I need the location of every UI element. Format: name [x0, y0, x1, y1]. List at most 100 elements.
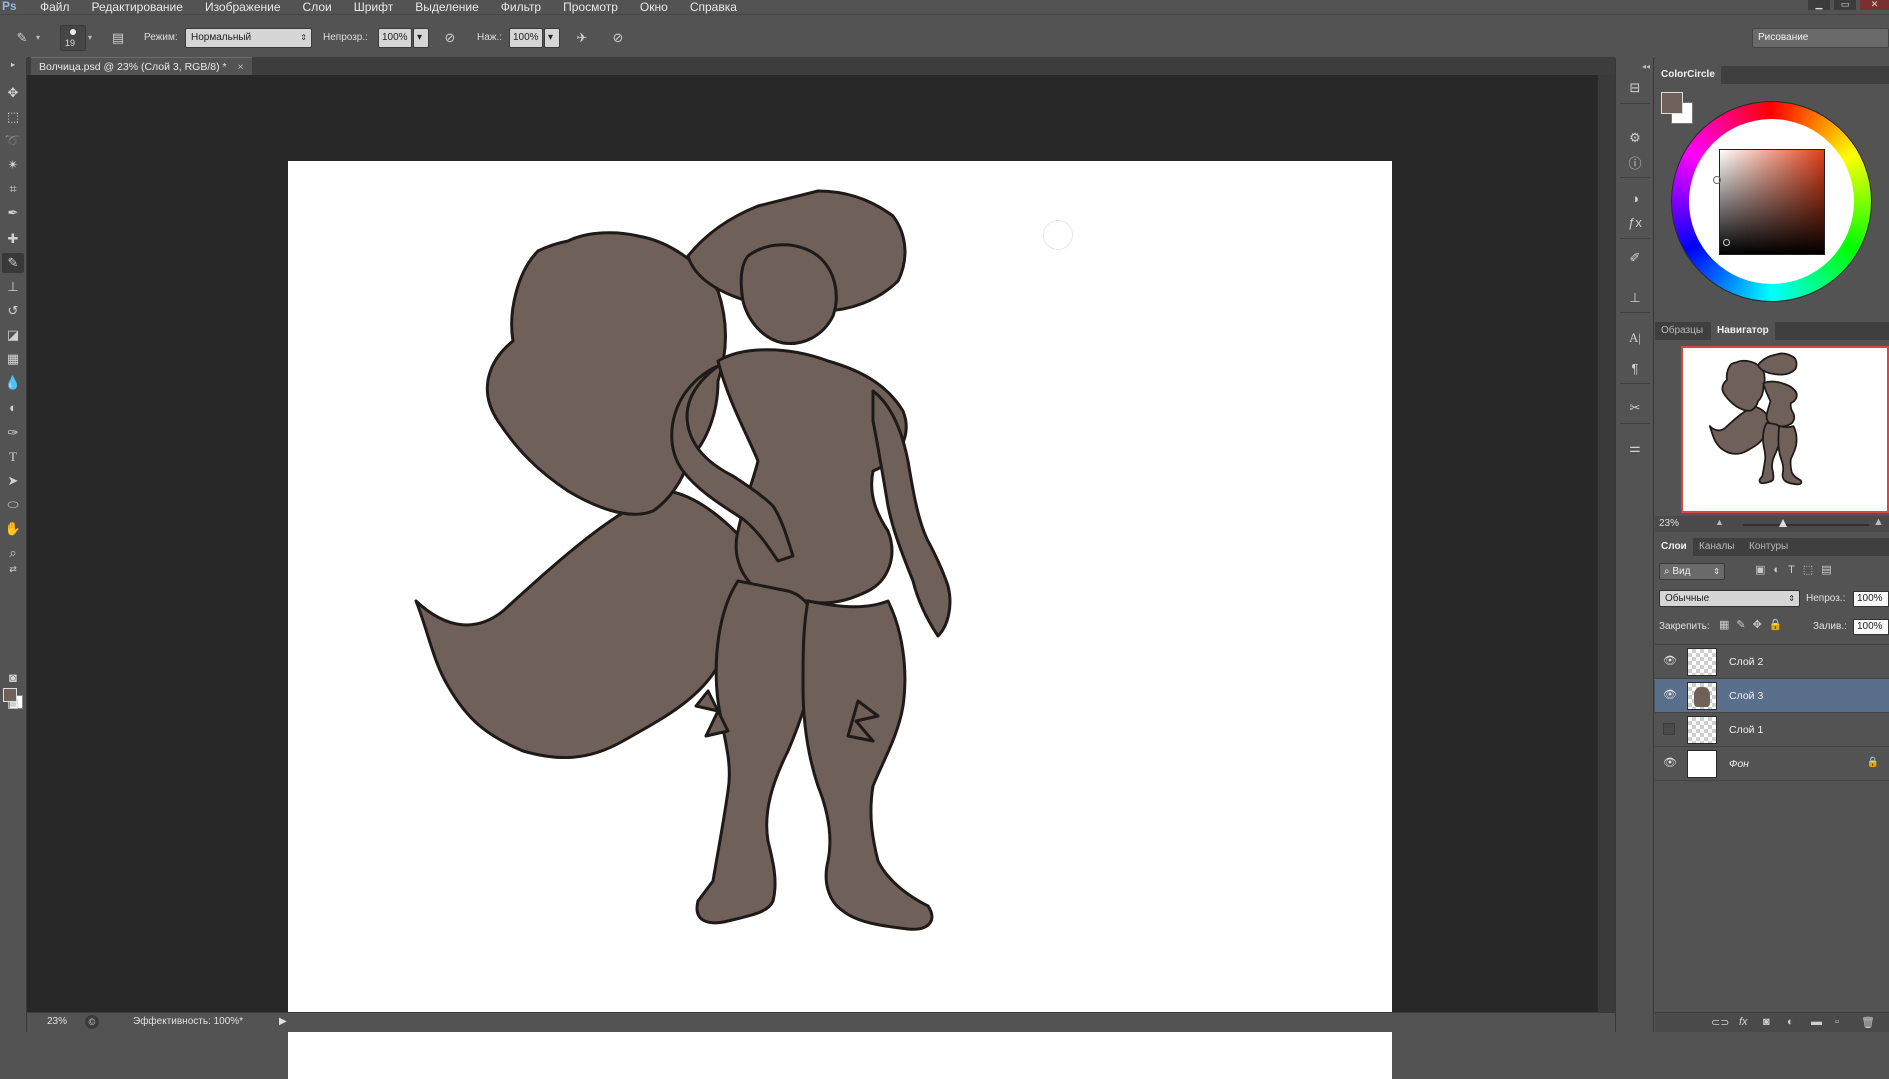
workspace-switcher[interactable]: Рисование — [1752, 28, 1889, 48]
add-mask-icon[interactable]: ◙ — [1763, 1016, 1770, 1028]
status-info-icon[interactable]: © — [85, 1015, 99, 1029]
collapse-toolbar-icon[interactable]: ▸ — [2, 60, 24, 69]
menu-select[interactable]: Выделение — [403, 0, 489, 14]
layer-style-icon[interactable]: fx — [1739, 1016, 1748, 1028]
airbrush-icon[interactable]: ✈ — [572, 28, 592, 48]
layer-opacity-input[interactable]: 100% — [1853, 591, 1889, 607]
pressure-size-icon[interactable]: ⊘ — [608, 28, 628, 48]
marquee-tool-icon[interactable]: ⬚ — [2, 107, 24, 127]
adjustment-layer-icon[interactable]: ◐ — [1787, 1016, 1794, 1028]
eraser-tool-icon[interactable]: ◪ — [2, 325, 24, 345]
dodge-tool-icon[interactable]: ◐ — [2, 397, 24, 417]
healing-brush-tool-icon[interactable]: ✚ — [2, 229, 24, 249]
swap-colors-icon[interactable]: ⇄ — [2, 563, 24, 575]
move-tool-icon[interactable]: ✥ — [2, 83, 24, 103]
hue-marker[interactable] — [1713, 176, 1721, 184]
layer-row-selected[interactable]: 👁 Слой 3 — [1655, 679, 1889, 713]
menu-image[interactable]: Изображение — [193, 0, 291, 14]
history-brush-tool-icon[interactable]: ↺ — [2, 301, 24, 321]
filter-shape-icon[interactable]: ⬚ — [1803, 564, 1821, 576]
document-tab[interactable]: Волчица.psd @ 23% (Слой 3, RGB/8) * × — [31, 57, 252, 75]
character-panel-icon[interactable]: A| — [1624, 328, 1646, 348]
filter-smart-icon[interactable]: ▤ — [1821, 564, 1839, 576]
quick-mask-icon[interactable]: ◙ — [2, 667, 24, 687]
brush-tool-icon[interactable]: ✎ — [2, 253, 24, 273]
type-tool-icon[interactable]: T — [2, 447, 24, 467]
menu-type[interactable]: Шрифт — [342, 0, 403, 14]
blend-mode-dropdown[interactable]: Нормальный ⇕ — [185, 28, 312, 48]
tool-preset-dropdown-arrow[interactable]: ▾ — [36, 28, 44, 48]
menu-view[interactable]: Просмотр — [551, 0, 628, 14]
layer-row-background[interactable]: 👁 Фон 🔒 — [1655, 747, 1889, 781]
new-group-icon[interactable]: ▬ — [1811, 1016, 1822, 1028]
hand-tool-icon[interactable]: ✋ — [2, 519, 24, 539]
tab-paths[interactable]: Контуры — [1743, 538, 1794, 556]
clone-source-panel-icon[interactable]: ⊥ — [1624, 288, 1646, 308]
lock-pixels-icon[interactable]: ✎ — [1736, 619, 1752, 631]
tab-layers[interactable]: Слои — [1655, 538, 1693, 556]
clone-stamp-tool-icon[interactable]: ⊥ — [2, 277, 24, 297]
close-tab-icon[interactable]: × — [238, 61, 244, 73]
foreground-color-swatch[interactable] — [3, 688, 17, 702]
status-menu-arrow-icon[interactable]: ▶ — [279, 1016, 287, 1027]
flow-slider-button[interactable]: ▾ — [544, 28, 560, 48]
layer-fill-input[interactable]: 100% — [1853, 619, 1889, 635]
close-window-button[interactable]: ✕ — [1860, 0, 1889, 10]
zoom-tool-icon[interactable]: ⌕ — [2, 543, 24, 563]
brush-picker-dropdown-arrow[interactable]: ▾ — [88, 28, 96, 48]
minimize-window-button[interactable]: ▁ — [1808, 0, 1830, 10]
brush-presets-panel-icon[interactable]: ✐ — [1624, 248, 1646, 268]
ellipse-tool-icon[interactable]: ⬭ — [2, 495, 24, 515]
zoom-in-icon[interactable]: ▲ — [1873, 516, 1884, 528]
vertical-scrollbar[interactable] — [1597, 75, 1615, 1012]
layer-filter-dropdown[interactable]: ⌕ Вид ⇕ — [1659, 563, 1725, 580]
gradient-tool-icon[interactable]: ▦ — [2, 349, 24, 369]
opacity-input[interactable]: 100% — [378, 28, 412, 48]
visibility-eye-icon[interactable]: 👁 — [1663, 654, 1677, 668]
tab-colorcircle[interactable]: ColorCircle — [1655, 66, 1721, 84]
zoom-slider-thumb[interactable] — [1779, 519, 1787, 527]
navigator-preview[interactable] — [1681, 346, 1889, 513]
magic-wand-tool-icon[interactable]: ✴ — [2, 155, 24, 175]
tab-channels[interactable]: Каналы — [1693, 538, 1741, 556]
lock-transparent-icon[interactable]: ▦ — [1719, 619, 1736, 631]
tab-swatches[interactable]: Образцы — [1655, 322, 1709, 340]
canvas-workspace[interactable] — [27, 75, 1615, 1079]
menu-help[interactable]: Справка — [678, 0, 747, 14]
pen-tool-icon[interactable]: ✑ — [2, 423, 24, 443]
menu-filter[interactable]: Фильтр — [489, 0, 551, 14]
tool-presets-panel-icon[interactable]: ✂ — [1624, 398, 1646, 418]
menu-edit[interactable]: Редактирование — [80, 0, 193, 14]
adjustments-panel-icon[interactable]: ◑ — [1624, 188, 1646, 208]
link-layers-icon[interactable]: ⊂⊃ — [1711, 1016, 1729, 1029]
eyedropper-tool-icon[interactable]: ✒ — [2, 203, 24, 223]
visibility-eye-icon[interactable]: 👁 — [1663, 688, 1677, 702]
new-layer-icon[interactable]: ▫ — [1835, 1016, 1839, 1028]
lasso-tool-icon[interactable]: ➰ — [2, 131, 24, 151]
actions-panel-icon[interactable]: ⚙ — [1624, 128, 1646, 148]
brush-panel-toggle-icon[interactable]: ▤ — [108, 28, 128, 48]
brush-size-picker[interactable]: 19 — [60, 25, 86, 51]
restore-window-button[interactable]: ▭ — [1834, 0, 1856, 10]
lock-position-icon[interactable]: ✥ — [1753, 619, 1769, 631]
layer-name[interactable]: Слой 1 — [1729, 713, 1763, 747]
visibility-toggle-empty[interactable] — [1663, 723, 1675, 735]
paragraph-panel-icon[interactable]: ¶ — [1624, 358, 1646, 378]
flow-input[interactable]: 100% — [509, 28, 543, 48]
filter-adjustment-icon[interactable]: ◐ — [1773, 564, 1788, 576]
styles-panel-icon[interactable]: ƒx — [1624, 212, 1646, 232]
history-panel-icon[interactable]: ⊟ — [1624, 78, 1646, 98]
navigator-zoom-slider[interactable] — [1743, 524, 1869, 526]
visibility-eye-icon[interactable]: 👁 — [1663, 756, 1677, 770]
tab-navigator[interactable]: Навигатор — [1711, 322, 1775, 340]
layer-name[interactable]: Слой 3 — [1729, 679, 1763, 713]
layer-name[interactable]: Фон — [1729, 747, 1749, 781]
properties-panel-icon[interactable]: ⚌ — [1624, 438, 1646, 458]
navigator-zoom-value[interactable]: 23% — [1659, 518, 1679, 529]
filter-type-icon[interactable]: T — [1788, 564, 1803, 576]
blur-tool-icon[interactable]: 💧 — [2, 373, 24, 393]
menu-layers[interactable]: Слои — [291, 0, 342, 14]
brush-tool-preset-icon[interactable]: ✎ — [12, 28, 32, 48]
delete-layer-icon[interactable]: 🗑 — [1861, 1016, 1875, 1029]
cc-foreground-swatch[interactable] — [1661, 92, 1683, 114]
